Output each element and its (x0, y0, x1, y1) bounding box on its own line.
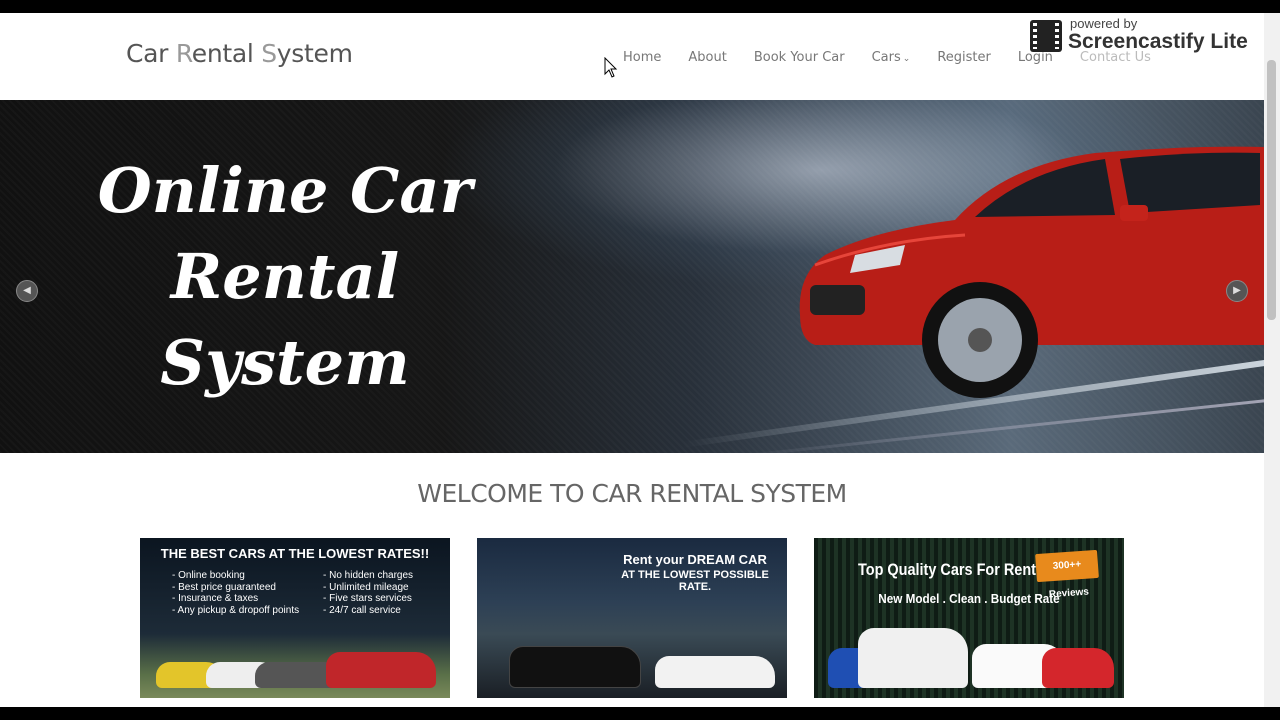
list-item: - Best price guaranteed (172, 581, 276, 593)
brand-accent: R (175, 39, 192, 68)
reviews-badge: 300++ Reviews (1035, 549, 1099, 600)
nav-home[interactable]: Home (623, 50, 661, 65)
carousel-prev-button[interactable]: ◀ (16, 280, 38, 302)
list-item: - Insurance & taxes (172, 593, 259, 604)
promo-card-title: Top Quality Cars For Rent (858, 560, 1036, 579)
black-car-image (509, 646, 641, 688)
chevron-left-icon: ◀ (23, 285, 31, 296)
promo-headline: Rent your DREAM CAR (623, 552, 767, 567)
promo-card-best-cars[interactable]: THE BEST CARS AT THE LOWEST RATES!! - On… (140, 538, 450, 698)
promo-card-top-quality[interactable]: Top Quality Cars For Rent 300++ Reviews … (814, 538, 1124, 698)
list-item: - No hidden charges (323, 570, 414, 581)
list-item: - Five stars services (323, 593, 412, 604)
white-van-image (858, 628, 968, 688)
hero-carousel: Online Car Rental System ◀ ▶ (0, 100, 1264, 453)
mouse-cursor-icon (604, 57, 618, 78)
red-car-image (799, 146, 1264, 398)
brand-text: ental (191, 39, 262, 68)
promo-card-dream-car[interactable]: Rent your DREAM CAR AT THE LOWEST POSSIB… (477, 538, 787, 698)
red-hatchback-image (1042, 648, 1114, 688)
nav-about[interactable]: About (688, 50, 726, 65)
promo-card-subtitle: New Model . Clean . Budget Rate (878, 591, 1060, 606)
chevron-right-icon: ▶ (1233, 285, 1241, 296)
list-item: - Online booking (172, 570, 245, 581)
site-brand[interactable]: Car Rental System (126, 39, 353, 68)
chevron-down-icon: ⌄ (902, 54, 911, 64)
promo-text-box: Rent your DREAM CAR AT THE LOWEST POSSIB… (605, 552, 785, 593)
screencastify-watermark: powered by Screencastify Lite (1030, 16, 1275, 62)
page-scrollbar[interactable] (1264, 13, 1280, 707)
feature-list: - Online booking - Best price guaranteed… (172, 570, 299, 616)
carousel-next-button[interactable]: ▶ (1226, 280, 1248, 302)
nav-cars-dropdown[interactable]: Cars ⌄ (872, 50, 911, 65)
brand-text: ystem (276, 39, 353, 68)
list-item: - Any pickup & dropoff points (172, 604, 300, 616)
welcome-heading: WELCOME TO CAR RENTAL SYSTEM (417, 479, 847, 508)
hero-title-line: Rental (170, 240, 400, 313)
promo-card-title: THE BEST CARS AT THE LOWEST RATES!! (160, 546, 430, 561)
list-item: - Unlimited mileage (323, 581, 409, 593)
nav-register[interactable]: Register (937, 50, 991, 65)
brand-text: Car (126, 39, 176, 68)
hero-title-line: System (160, 326, 410, 399)
nav-book-your-car[interactable]: Book Your Car (754, 50, 845, 65)
browser-viewport: Car Rental System Home About Book Your C… (0, 13, 1280, 707)
feature-list: - No hidden charges - Unlimited mileage … (323, 570, 413, 616)
white-car-image (655, 656, 775, 688)
scrollbar-thumb[interactable] (1267, 60, 1276, 320)
brand-accent: S (261, 39, 277, 68)
nav-cars-label: Cars (871, 50, 901, 65)
film-strip-icon (1030, 20, 1062, 52)
watermark-name: Screencastify Lite (1068, 30, 1248, 53)
watermark-powered-by: powered by (1070, 16, 1138, 31)
hero-title: Online Car Rental System (70, 148, 500, 406)
promo-subline: AT THE LOWEST POSSIBLE RATE. (621, 569, 769, 593)
list-item: - 24/7 call service (323, 604, 401, 616)
red-car-image (326, 652, 436, 688)
hero-title-line: Online Car (97, 154, 473, 227)
